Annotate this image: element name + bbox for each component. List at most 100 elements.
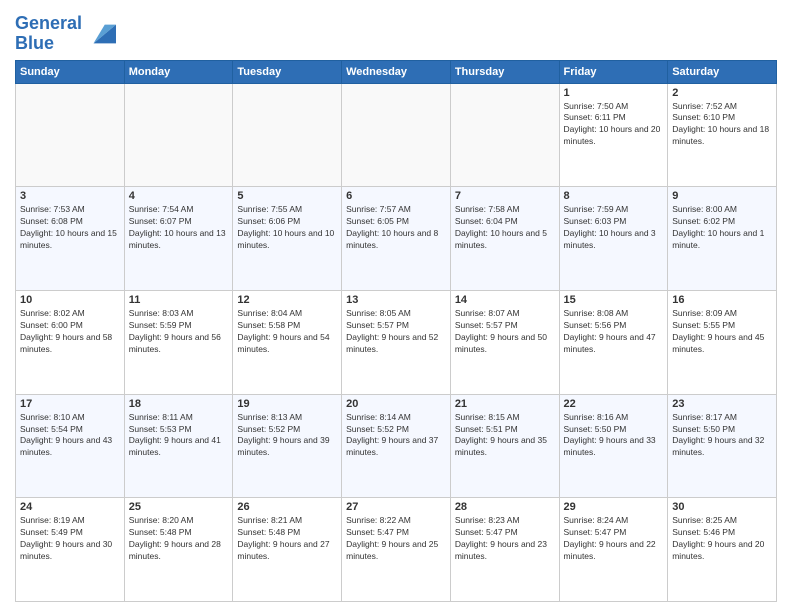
logo: General Blue — [15, 14, 116, 54]
day-info: Sunrise: 8:14 AM Sunset: 5:52 PM Dayligh… — [346, 412, 446, 460]
day-info: Sunrise: 7:50 AM Sunset: 6:11 PM Dayligh… — [564, 101, 664, 149]
weekday-header-monday: Monday — [124, 60, 233, 83]
day-info: Sunrise: 8:00 AM Sunset: 6:02 PM Dayligh… — [672, 204, 772, 252]
calendar-cell: 24 Sunrise: 8:19 AM Sunset: 5:49 PM Dayli… — [16, 498, 125, 602]
day-info: Sunrise: 8:04 AM Sunset: 5:58 PM Dayligh… — [237, 308, 337, 356]
logo-icon — [86, 19, 116, 49]
calendar-cell: 29 Sunrise: 8:24 AM Sunset: 5:47 PM Dayli… — [559, 498, 668, 602]
day-number: 15 — [564, 294, 664, 306]
weekday-header-tuesday: Tuesday — [233, 60, 342, 83]
calendar-cell: 10 Sunrise: 8:02 AM Sunset: 6:00 PM Dayli… — [16, 290, 125, 394]
day-info: Sunrise: 8:22 AM Sunset: 5:47 PM Dayligh… — [346, 515, 446, 563]
calendar-cell: 19Sunrise: 8:13 AM Sunset: 5:52 PM Dayli… — [233, 394, 342, 498]
day-number: 1 — [564, 87, 664, 99]
day-info: Sunrise: 8:11 AM Sunset: 5:53 PM Dayligh… — [129, 412, 229, 460]
day-info: Sunrise: 8:03 AM Sunset: 5:59 PM Dayligh… — [129, 308, 229, 356]
day-info: Sunrise: 8:08 AM Sunset: 5:56 PM Dayligh… — [564, 308, 664, 356]
day-info: Sunrise: 8:10 AM Sunset: 5:54 PM Dayligh… — [20, 412, 120, 460]
day-info: Sunrise: 7:52 AM Sunset: 6:10 PM Dayligh… — [672, 101, 772, 149]
day-number: 13 — [346, 294, 446, 306]
calendar-cell: 20 Sunrise: 8:14 AM Sunset: 5:52 PM Dayli… — [342, 394, 451, 498]
calendar-cell — [233, 83, 342, 187]
calendar-cell: 18Sunrise: 8:11 AM Sunset: 5:53 PM Dayli… — [124, 394, 233, 498]
calendar-cell — [450, 83, 559, 187]
day-info: Sunrise: 7:57 AM Sunset: 6:05 PM Dayligh… — [346, 204, 446, 252]
day-info: Sunrise: 8:20 AM Sunset: 5:48 PM Dayligh… — [129, 515, 229, 563]
day-number: 10 — [20, 294, 120, 306]
day-info: Sunrise: 8:21 AM Sunset: 5:48 PM Dayligh… — [237, 515, 337, 563]
calendar-cell: 13 Sunrise: 8:05 AM Sunset: 5:57 PM Dayli… — [342, 290, 451, 394]
day-info: Sunrise: 8:07 AM Sunset: 5:57 PM Dayligh… — [455, 308, 555, 356]
day-number: 21 — [455, 398, 555, 410]
day-number: 8 — [564, 190, 664, 202]
logo-blue: Blue — [15, 34, 82, 54]
calendar-cell: 14 Sunrise: 8:07 AM Sunset: 5:57 PM Dayli… — [450, 290, 559, 394]
day-number: 6 — [346, 190, 446, 202]
calendar-cell: 5Sunrise: 7:55 AM Sunset: 6:06 PM Daylig… — [233, 187, 342, 291]
day-info: Sunrise: 8:15 AM Sunset: 5:51 PM Dayligh… — [455, 412, 555, 460]
calendar-cell: 16 Sunrise: 8:09 AM Sunset: 5:55 PM Dayli… — [668, 290, 777, 394]
weekday-header-sunday: Sunday — [16, 60, 125, 83]
calendar-header-row: SundayMondayTuesdayWednesdayThursdayFrid… — [16, 60, 777, 83]
day-info: Sunrise: 8:23 AM Sunset: 5:47 PM Dayligh… — [455, 515, 555, 563]
day-info: Sunrise: 7:58 AM Sunset: 6:04 PM Dayligh… — [455, 204, 555, 252]
calendar-cell: 23 Sunrise: 8:17 AM Sunset: 5:50 PM Dayli… — [668, 394, 777, 498]
day-number: 16 — [672, 294, 772, 306]
day-info: Sunrise: 8:05 AM Sunset: 5:57 PM Dayligh… — [346, 308, 446, 356]
day-number: 14 — [455, 294, 555, 306]
weekday-header-saturday: Saturday — [668, 60, 777, 83]
calendar-cell: 1 Sunrise: 7:50 AM Sunset: 6:11 PM Daylig… — [559, 83, 668, 187]
calendar-week-1: 1 Sunrise: 7:50 AM Sunset: 6:11 PM Daylig… — [16, 83, 777, 187]
calendar-cell: 22Sunrise: 8:16 AM Sunset: 5:50 PM Dayli… — [559, 394, 668, 498]
calendar-cell: 25Sunrise: 8:20 AM Sunset: 5:48 PM Dayli… — [124, 498, 233, 602]
day-info: Sunrise: 8:25 AM Sunset: 5:46 PM Dayligh… — [672, 515, 772, 563]
day-number: 12 — [237, 294, 337, 306]
day-number: 23 — [672, 398, 772, 410]
day-number: 17 — [20, 398, 120, 410]
day-info: Sunrise: 8:13 AM Sunset: 5:52 PM Dayligh… — [237, 412, 337, 460]
day-number: 4 — [129, 190, 229, 202]
day-number: 24 — [20, 501, 120, 513]
day-number: 11 — [129, 294, 229, 306]
day-number: 22 — [564, 398, 664, 410]
calendar-cell: 11 Sunrise: 8:03 AM Sunset: 5:59 PM Dayli… — [124, 290, 233, 394]
calendar-cell: 6 Sunrise: 7:57 AM Sunset: 6:05 PM Daylig… — [342, 187, 451, 291]
calendar-cell — [124, 83, 233, 187]
weekday-header-thursday: Thursday — [450, 60, 559, 83]
calendar-week-3: 10 Sunrise: 8:02 AM Sunset: 6:00 PM Dayli… — [16, 290, 777, 394]
calendar-cell: 12 Sunrise: 8:04 AM Sunset: 5:58 PM Dayli… — [233, 290, 342, 394]
calendar-cell: 15 Sunrise: 8:08 AM Sunset: 5:56 PM Dayli… — [559, 290, 668, 394]
calendar-cell: 4 Sunrise: 7:54 AM Sunset: 6:07 PM Daylig… — [124, 187, 233, 291]
calendar-cell: 7 Sunrise: 7:58 AM Sunset: 6:04 PM Daylig… — [450, 187, 559, 291]
day-info: Sunrise: 7:53 AM Sunset: 6:08 PM Dayligh… — [20, 204, 120, 252]
calendar-cell: 9 Sunrise: 8:00 AM Sunset: 6:02 PM Daylig… — [668, 187, 777, 291]
calendar-week-5: 24 Sunrise: 8:19 AM Sunset: 5:49 PM Dayli… — [16, 498, 777, 602]
calendar-cell: 8Sunrise: 7:59 AM Sunset: 6:03 PM Daylig… — [559, 187, 668, 291]
day-number: 29 — [564, 501, 664, 513]
day-number: 9 — [672, 190, 772, 202]
day-info: Sunrise: 8:24 AM Sunset: 5:47 PM Dayligh… — [564, 515, 664, 563]
day-info: Sunrise: 8:19 AM Sunset: 5:49 PM Dayligh… — [20, 515, 120, 563]
calendar-cell: 26Sunrise: 8:21 AM Sunset: 5:48 PM Dayli… — [233, 498, 342, 602]
page: General Blue SundayMondayTuesdayWednesda… — [0, 0, 792, 612]
day-number: 27 — [346, 501, 446, 513]
calendar-cell: 21 Sunrise: 8:15 AM Sunset: 5:51 PM Dayli… — [450, 394, 559, 498]
day-number: 3 — [20, 190, 120, 202]
calendar-cell: 30Sunrise: 8:25 AM Sunset: 5:46 PM Dayli… — [668, 498, 777, 602]
day-number: 5 — [237, 190, 337, 202]
calendar-cell: 28 Sunrise: 8:23 AM Sunset: 5:47 PM Dayli… — [450, 498, 559, 602]
calendar-cell — [16, 83, 125, 187]
calendar-cell: 17 Sunrise: 8:10 AM Sunset: 5:54 PM Dayli… — [16, 394, 125, 498]
logo-text: General — [15, 14, 82, 34]
header: General Blue — [15, 10, 777, 54]
day-info: Sunrise: 8:17 AM Sunset: 5:50 PM Dayligh… — [672, 412, 772, 460]
day-info: Sunrise: 8:02 AM Sunset: 6:00 PM Dayligh… — [20, 308, 120, 356]
day-info: Sunrise: 8:09 AM Sunset: 5:55 PM Dayligh… — [672, 308, 772, 356]
day-number: 20 — [346, 398, 446, 410]
day-number: 28 — [455, 501, 555, 513]
calendar-cell: 27 Sunrise: 8:22 AM Sunset: 5:47 PM Dayli… — [342, 498, 451, 602]
calendar-table: SundayMondayTuesdayWednesdayThursdayFrid… — [15, 60, 777, 602]
calendar-cell — [342, 83, 451, 187]
day-number: 7 — [455, 190, 555, 202]
day-info: Sunrise: 7:54 AM Sunset: 6:07 PM Dayligh… — [129, 204, 229, 252]
